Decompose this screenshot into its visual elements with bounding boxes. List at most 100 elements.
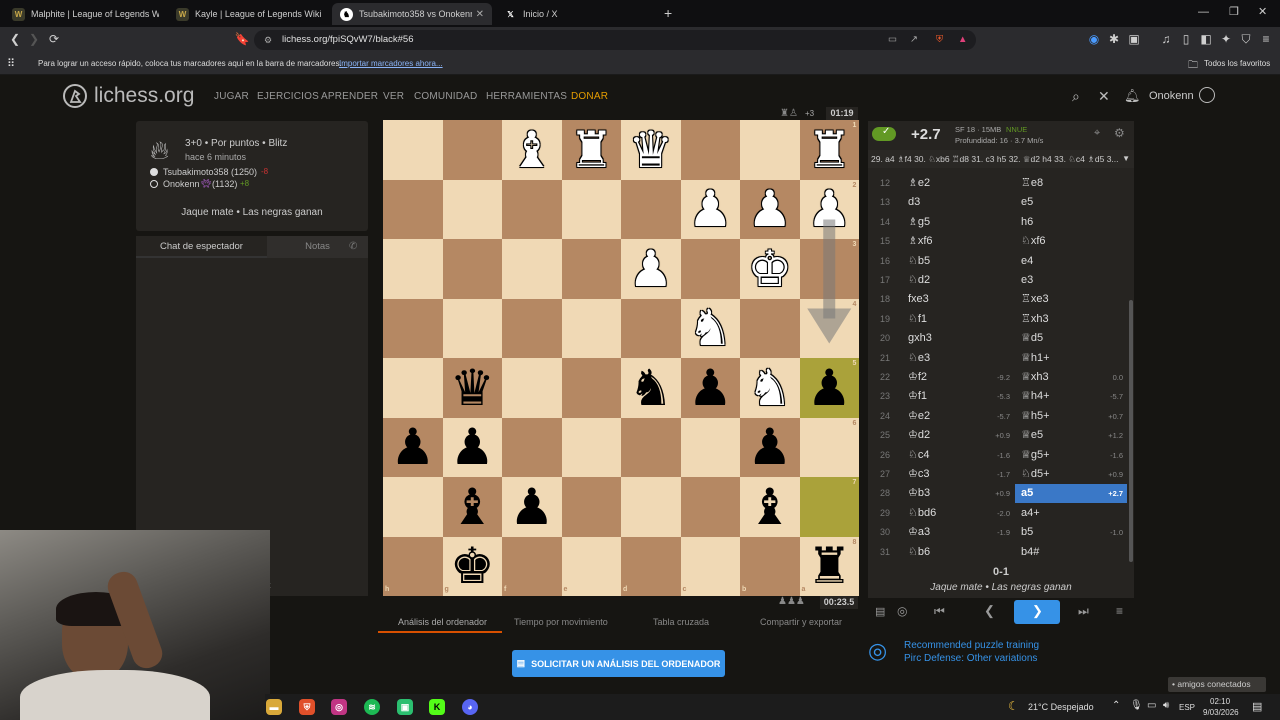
kick-icon[interactable]: K bbox=[429, 699, 445, 715]
black-move[interactable]: b4# bbox=[1015, 543, 1127, 562]
bookmark-icon[interactable]: 🔖 bbox=[234, 32, 250, 46]
clock-time[interactable]: 02:10 bbox=[1210, 697, 1230, 706]
nav-tools[interactable]: HERRAMIENTAS bbox=[486, 91, 567, 102]
language[interactable]: ESP bbox=[1179, 703, 1195, 712]
engine-pv-line[interactable]: 29. a4 ♗f4 30. ♘xb6 ♖d8 31. c3 h5 32. ♕d… bbox=[868, 150, 1134, 168]
restore-icon[interactable]: ❐ bbox=[1229, 5, 1239, 18]
white-move[interactable]: ♘e3 bbox=[902, 349, 1014, 368]
black-move[interactable]: ♕h4+ -5.7 bbox=[1015, 387, 1127, 406]
white-move[interactable]: ♘c4 -1.6 bbox=[902, 446, 1014, 465]
white-move[interactable]: d3 bbox=[902, 193, 1014, 212]
black-move[interactable]: a4+ bbox=[1015, 504, 1127, 523]
menu-icon[interactable]: ≡ bbox=[1258, 32, 1274, 46]
instagram-icon[interactable]: ◎ bbox=[331, 699, 347, 715]
next-move-button[interactable]: ❯ bbox=[1014, 600, 1060, 624]
white-move[interactable]: ♗e2 bbox=[902, 174, 1014, 193]
first-move-icon[interactable]: ⏮ bbox=[934, 604, 945, 619]
brave-rewards-icon[interactable]: ▲ bbox=[958, 30, 967, 50]
black-move[interactable]: ♕xh3 0.0 bbox=[1015, 368, 1127, 387]
search-icon[interactable]: ⌕ bbox=[1072, 88, 1080, 105]
panel-icon[interactable]: ▯ bbox=[1178, 32, 1194, 46]
phone-icon[interactable]: ✆ bbox=[349, 241, 357, 252]
browser-tab[interactable]: W Kayle | League of Legends Wiki bbox=[168, 3, 331, 25]
white-move[interactable]: ♘bd6 -2.0 bbox=[902, 504, 1014, 523]
tab-share-export[interactable]: Compartir y exportar bbox=[760, 617, 842, 627]
nav-puzzles[interactable]: EJERCICIOS bbox=[257, 91, 319, 102]
chess-board[interactable]: h g f e d c b a 1 2 3 4 5 6 7 8 ♝ ♜ ♛ ♜ ♟ ♟ ♟ ♟ ♚ ♞ ♛ ♞ ♟ ♞ ♟ ♟ ♟ ♟ ♝ ♟ ♝ ♚ ♜ bbox=[383, 120, 859, 596]
white-move[interactable]: ♔b3 +0.9 bbox=[902, 484, 1014, 503]
white-move[interactable]: ♔a3 -1.9 bbox=[902, 523, 1014, 542]
white-move[interactable]: fxe3 bbox=[902, 290, 1014, 309]
tab-crosstable[interactable]: Tabla cruzada bbox=[653, 617, 709, 627]
black-move[interactable]: h6 bbox=[1015, 213, 1127, 232]
black-move[interactable]: ♖xh3 bbox=[1015, 310, 1127, 329]
black-move[interactable]: e3 bbox=[1015, 271, 1127, 290]
white-move[interactable]: ♘b5 bbox=[902, 252, 1014, 271]
extensions-icon[interactable]: ✱ bbox=[1106, 32, 1122, 46]
black-move[interactable]: ♕e5 +1.2 bbox=[1015, 426, 1127, 445]
username[interactable]: Onokenn bbox=[1149, 90, 1194, 102]
close-window-icon[interactable]: ✕ bbox=[1258, 5, 1267, 18]
tab-move-times[interactable]: Tiempo por movimiento bbox=[514, 617, 608, 627]
gear-icon[interactable]: ⚙ bbox=[1114, 126, 1125, 140]
weather[interactable]: 21°C Despejado bbox=[1028, 702, 1094, 712]
black-move[interactable]: e4 bbox=[1015, 252, 1127, 271]
white-move[interactable]: ♗g5 bbox=[902, 213, 1014, 232]
caret-down-icon[interactable]: ▼ bbox=[1122, 150, 1130, 168]
new-tab-icon[interactable]: + bbox=[664, 5, 672, 21]
white-move[interactable]: ♔e2 -5.7 bbox=[902, 407, 1014, 426]
black-move-selected[interactable]: a5 +2.7 bbox=[1015, 484, 1127, 504]
black-move[interactable]: ♕g5+ -1.6 bbox=[1015, 446, 1127, 465]
mic-icon[interactable]: 🎙︎ bbox=[1130, 700, 1143, 711]
tab-spectator-chat[interactable]: Chat de espectador bbox=[136, 236, 267, 258]
nav-community[interactable]: COMUNIDAD bbox=[414, 91, 477, 102]
network-icon[interactable]: ▭ bbox=[1147, 700, 1156, 711]
book-icon[interactable]: ▤ bbox=[875, 605, 885, 618]
previous-move-icon[interactable]: ❮ bbox=[984, 603, 995, 619]
share-icon[interactable]: ↗ bbox=[910, 30, 918, 50]
nav-watch[interactable]: VER bbox=[383, 91, 404, 102]
wallet2-icon[interactable]: ◧ bbox=[1198, 32, 1214, 46]
cast-icon[interactable]: ▭ bbox=[888, 30, 897, 50]
nav-play[interactable]: JUGAR bbox=[214, 91, 249, 102]
move-list-scrollbar[interactable] bbox=[1129, 300, 1133, 562]
site-logo[interactable]: lichess.org bbox=[62, 83, 194, 109]
forward-icon[interactable]: ❯ bbox=[26, 32, 42, 46]
black-player[interactable]: Onokenn bbox=[163, 179, 200, 189]
black-move[interactable]: b5 -1.0 bbox=[1015, 523, 1127, 542]
tab-computer-analysis[interactable]: Análisis del ordenador bbox=[398, 617, 487, 627]
black-move[interactable]: ♖xe3 bbox=[1015, 290, 1127, 309]
wallet-icon[interactable]: ◉ bbox=[1086, 32, 1102, 46]
white-move[interactable]: ♗xf6 bbox=[902, 232, 1014, 251]
close-icon[interactable]: ✕ bbox=[476, 9, 484, 20]
site-info-icon[interactable]: ⚙ bbox=[264, 30, 272, 50]
nav-learn[interactable]: APRENDER bbox=[321, 91, 378, 102]
black-move[interactable]: ♕h5+ +0.7 bbox=[1015, 407, 1127, 426]
black-move[interactable]: ♘d5+ +0.9 bbox=[1015, 465, 1127, 484]
spotify-icon[interactable]: ≋ bbox=[364, 699, 380, 715]
url-bar[interactable]: ⚙ lichess.org/fpiSQvW7/black#56 ▭ ↗ ⛨ ▲ bbox=[254, 30, 976, 50]
black-move[interactable]: ♖e8 bbox=[1015, 174, 1127, 193]
black-move[interactable]: ♕d5 bbox=[1015, 329, 1127, 348]
reload-icon[interactable]: ⟳ bbox=[46, 32, 62, 46]
target-icon[interactable]: ⌖ bbox=[1094, 127, 1100, 140]
all-bookmarks[interactable]: Todos los favoritos bbox=[1204, 59, 1270, 68]
white-move[interactable]: ♔f2 -9.2 bbox=[902, 368, 1014, 387]
puzzle-line1[interactable]: Recommended puzzle training bbox=[904, 640, 1039, 651]
brave-shield-icon[interactable]: ⛨ bbox=[936, 30, 943, 50]
white-move[interactable]: ♔f1 -5.3 bbox=[902, 387, 1014, 406]
last-move-icon[interactable]: ⏭ bbox=[1078, 604, 1089, 619]
vpn-icon[interactable]: ⛉ bbox=[1238, 32, 1254, 47]
apps-icon[interactable]: ⠿ bbox=[7, 57, 15, 70]
white-move[interactable]: ♘d2 bbox=[902, 271, 1014, 290]
import-bookmarks-link[interactable]: Importar marcadores ahora... bbox=[339, 59, 443, 68]
tray-chevron-icon[interactable]: ⌃ bbox=[1112, 700, 1120, 711]
swords-icon[interactable]: ✕ bbox=[1098, 88, 1110, 105]
streaming-app-icon[interactable]: ▣ bbox=[397, 699, 413, 715]
white-player[interactable]: Tsubakimoto358 (1250) bbox=[163, 167, 257, 177]
white-move[interactable]: ♘f1 bbox=[902, 310, 1014, 329]
black-move[interactable]: e5 bbox=[1015, 193, 1127, 212]
browser-tab-active[interactable]: ♞ Tsubakimoto358 vs Onokenn ✕ bbox=[332, 3, 492, 25]
media-icon[interactable]: ♫ bbox=[1158, 32, 1174, 46]
discord-icon[interactable]: ◕ bbox=[462, 699, 478, 715]
